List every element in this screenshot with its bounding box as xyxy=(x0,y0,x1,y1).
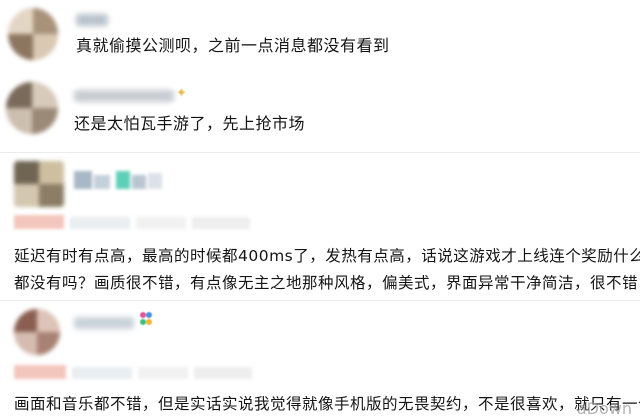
comment-2: ✦ 还是太怕瓦手游了，先上抢市场 xyxy=(0,78,640,148)
divider xyxy=(0,300,640,301)
comment-text-line1: 延迟有时有点高，最高的时候都400ms了，发热有点高，话说这游戏才上线连个奖励什… xyxy=(14,247,640,265)
user-tags-blurred xyxy=(14,215,254,229)
comment-text: 还是太怕瓦手游了，先上抢市场 xyxy=(74,114,306,133)
comment-3: 延迟有时有点高，最高的时候都400ms了，发热有点高，话说这游戏才上线连个奖励什… xyxy=(0,155,640,305)
user-avatar[interactable] xyxy=(8,8,58,60)
user-avatar[interactable] xyxy=(14,309,60,355)
username-blurred[interactable] xyxy=(74,90,174,102)
comment-text: 画面和音乐都不错，但是实话实说我觉得就像手机版的无畏契约，不是很喜欢，就只有一个 xyxy=(14,395,640,413)
user-tags-blurred xyxy=(14,365,254,379)
username-blurred[interactable] xyxy=(74,317,134,329)
vip-badge-icon: ✦ xyxy=(176,86,187,101)
comment-text-line2: 都没有吗？画质很不错，有点像无主之地那种风格，偏美式，界面异常干净简洁，很不错 xyxy=(14,274,639,292)
colorful-badge-icon xyxy=(140,312,152,326)
username-blurred[interactable] xyxy=(76,14,108,26)
watermark: aDown xyxy=(576,399,632,418)
comment-text: 真就偷摸公测呗，之前一点消息都没有看到 xyxy=(76,36,390,55)
username-blurred[interactable] xyxy=(74,171,164,189)
user-avatar[interactable] xyxy=(6,82,58,134)
divider xyxy=(0,152,640,153)
comment-1: 真就偷摸公测呗，之前一点消息都没有看到 xyxy=(0,0,640,70)
comment-4: 画面和音乐都不错，但是实话实说我觉得就像手机版的无畏契约，不是很喜欢，就只有一个 xyxy=(0,303,640,418)
user-avatar[interactable] xyxy=(14,161,64,207)
